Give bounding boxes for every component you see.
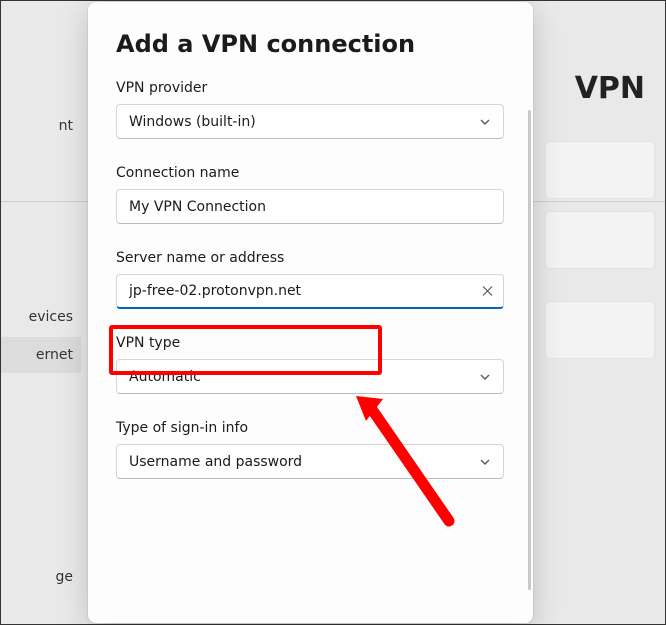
label-server-address: Server name or address xyxy=(116,250,505,266)
chevron-down-icon xyxy=(479,116,491,128)
right-panel xyxy=(545,1,665,624)
settings-row[interactable] xyxy=(545,211,655,269)
select-value: Automatic xyxy=(129,369,201,385)
field-signin-type: Type of sign-in info Username and passwo… xyxy=(116,420,505,479)
settings-row[interactable] xyxy=(545,301,655,359)
select-signin-type[interactable]: Username and password xyxy=(116,444,504,479)
field-server-address: Server name or address xyxy=(116,250,505,309)
input-connection-name[interactable] xyxy=(116,189,504,224)
label-connection-name: Connection name xyxy=(116,165,505,181)
settings-row[interactable] xyxy=(545,141,655,199)
select-value: Username and password xyxy=(129,454,302,470)
nav-item[interactable]: evices xyxy=(1,299,81,335)
left-nav: nt evices ernet ge xyxy=(1,1,81,624)
connection-name-text[interactable] xyxy=(129,199,491,215)
dialog-title: Add a VPN connection xyxy=(116,30,505,58)
chevron-down-icon xyxy=(479,456,491,468)
nav-item[interactable]: ge xyxy=(1,559,81,595)
dialog-scrollbar[interactable] xyxy=(528,110,531,590)
select-vpn-type[interactable]: Automatic xyxy=(116,359,504,394)
server-address-text[interactable] xyxy=(129,283,491,299)
chevron-down-icon xyxy=(479,371,491,383)
label-signin-type: Type of sign-in info xyxy=(116,420,505,436)
nav-item-selected[interactable]: ernet xyxy=(1,337,81,373)
clear-icon[interactable] xyxy=(482,286,493,297)
nav-item[interactable]: nt xyxy=(1,108,81,144)
field-connection-name: Connection name xyxy=(116,165,505,224)
add-vpn-dialog: Add a VPN connection VPN provider Window… xyxy=(88,2,533,623)
select-value: Windows (built-in) xyxy=(129,114,256,130)
label-vpn-provider: VPN provider xyxy=(116,80,505,96)
label-vpn-type: VPN type xyxy=(116,335,505,351)
input-server-address[interactable] xyxy=(116,274,504,309)
field-vpn-type: VPN type Automatic xyxy=(116,335,505,394)
select-vpn-provider[interactable]: Windows (built-in) xyxy=(116,104,504,139)
field-vpn-provider: VPN provider Windows (built-in) xyxy=(116,80,505,139)
